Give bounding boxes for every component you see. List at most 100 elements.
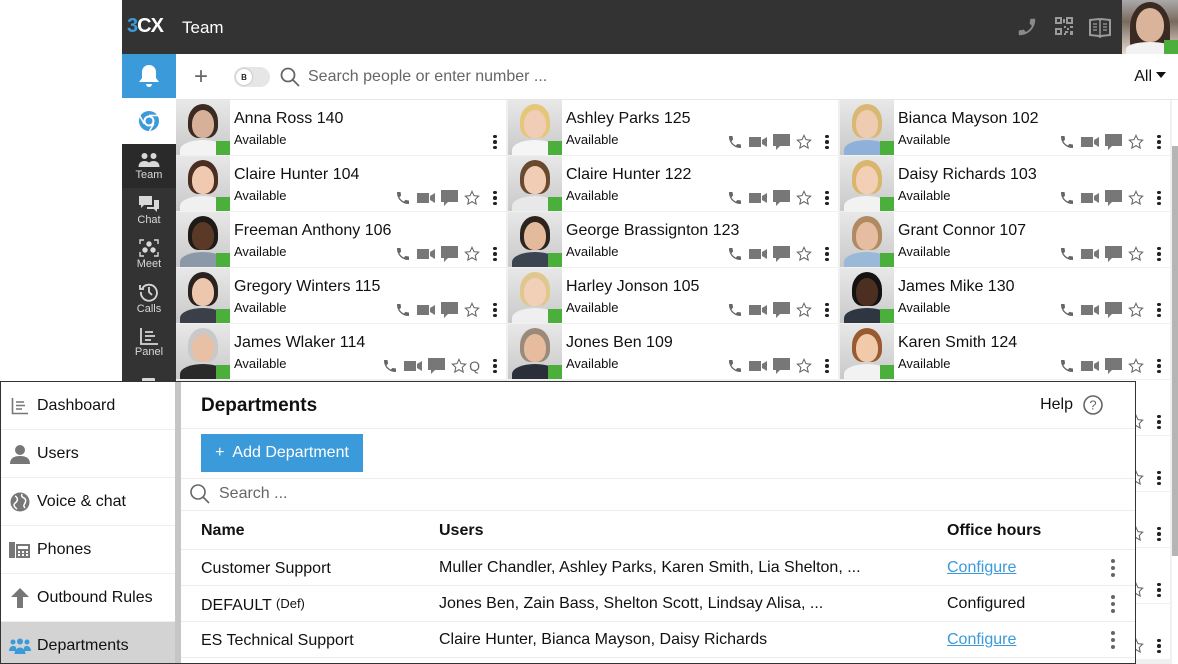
video-call-button[interactable] [417, 192, 435, 204]
book-icon[interactable] [1088, 16, 1111, 39]
more-options-button[interactable] [492, 190, 498, 206]
contact-card[interactable]: Karen Smith 124 Available [840, 324, 1170, 379]
call-button[interactable] [1059, 358, 1075, 374]
favorite-button[interactable] [464, 190, 480, 206]
nav-calls[interactable]: Calls [122, 276, 176, 320]
contacts-filter-dropdown[interactable]: All [1134, 68, 1166, 86]
call-button[interactable] [395, 246, 411, 262]
more-options-button[interactable] [1156, 302, 1162, 318]
nav-meet[interactable]: Meet [122, 232, 176, 276]
chat-button[interactable] [1105, 301, 1122, 319]
video-call-button[interactable] [1081, 248, 1099, 260]
contact-card[interactable]: Daisy Richards 103 Available [840, 156, 1170, 211]
chat-button[interactable] [773, 189, 790, 207]
call-button[interactable] [395, 302, 411, 318]
sidebar-item-dashboard[interactable]: Dashboard [1, 382, 175, 430]
more-options-button[interactable] [492, 134, 498, 150]
sidebar-item-voice-chat[interactable]: Voice & chat [1, 478, 175, 526]
favorite-button[interactable] [796, 190, 812, 206]
more-options-button[interactable] [824, 358, 830, 374]
favorite-button[interactable] [464, 302, 480, 318]
contact-card[interactable]: Gregory Winters 115 Available [176, 268, 506, 323]
call-button[interactable] [727, 190, 743, 206]
video-call-button[interactable] [417, 304, 435, 316]
favorite-button[interactable] [1128, 190, 1144, 206]
call-button[interactable] [1059, 302, 1075, 318]
sidebar-item-phones[interactable]: Phones [1, 526, 175, 574]
contact-card[interactable]: James Wlaker 114 Available Q [176, 324, 506, 379]
video-call-button[interactable] [1081, 304, 1099, 316]
table-row[interactable]: ES Technical Support Claire Hunter, Bianc… [181, 622, 1135, 658]
video-call-button[interactable] [749, 304, 767, 316]
row-more-options-button[interactable] [1110, 631, 1116, 649]
more-options-button[interactable] [1156, 190, 1162, 206]
configure-office-hours-link[interactable]: Configure [947, 559, 1016, 577]
department-name[interactable]: DEFAULT (Def) [201, 596, 305, 615]
chat-button[interactable] [1105, 245, 1122, 263]
contact-card[interactable]: Grant Connor 107 Available [840, 212, 1170, 267]
more-options-button[interactable] [1156, 358, 1162, 374]
column-header-name[interactable]: Name [201, 522, 245, 540]
call-button[interactable] [395, 190, 411, 206]
more-options-button[interactable] [1156, 246, 1162, 262]
more-options-button[interactable] [824, 246, 830, 262]
column-header-users[interactable]: Users [439, 522, 483, 540]
sidebar-item-users[interactable]: Users [1, 430, 175, 478]
help-link[interactable]: Help ? [1040, 395, 1103, 415]
call-button[interactable] [1059, 134, 1075, 150]
row-more-options-button[interactable] [1110, 595, 1116, 613]
more-options-button[interactable] [492, 302, 498, 318]
more-options-button[interactable] [1156, 638, 1162, 654]
video-call-button[interactable] [749, 248, 767, 260]
video-call-button[interactable] [404, 360, 423, 372]
contact-card[interactable]: Claire Hunter 104 Available [176, 156, 506, 211]
more-options-button[interactable] [1156, 582, 1162, 598]
contact-card[interactable]: Harley Jonson 105 Available [508, 268, 838, 323]
nav-team[interactable]: Team [122, 144, 176, 188]
table-row[interactable]: Customer Support Muller Chandler, Ashley … [181, 550, 1135, 586]
more-options-button[interactable] [1156, 470, 1162, 486]
chat-button[interactable] [1105, 189, 1122, 207]
column-header-office-hours[interactable]: Office hours [947, 522, 1041, 540]
phone-icon[interactable] [1016, 16, 1038, 38]
favorite-button[interactable] [796, 246, 812, 262]
table-row[interactable]: DEFAULT (Def) Jones Ben, Zain Bass, Shelt… [181, 586, 1135, 622]
favorite-button[interactable] [1128, 134, 1144, 150]
contact-card[interactable]: Anna Ross 140 Available [176, 100, 506, 155]
video-call-button[interactable] [749, 136, 767, 148]
more-options-button[interactable] [824, 302, 830, 318]
nav-chat[interactable]: Chat [122, 188, 176, 232]
more-options-button[interactable] [824, 190, 830, 206]
more-options-button[interactable] [1156, 414, 1162, 430]
contact-card[interactable]: Ashley Parks 125 Available [508, 100, 838, 155]
video-call-button[interactable] [1081, 360, 1099, 372]
department-name[interactable]: Customer Support [201, 560, 331, 578]
chat-button[interactable] [1105, 357, 1122, 375]
favorite-button[interactable] [796, 358, 812, 374]
video-call-button[interactable] [417, 248, 435, 260]
video-call-button[interactable] [1081, 192, 1099, 204]
contact-card[interactable]: Claire Hunter 122 Available [508, 156, 838, 211]
chat-button[interactable] [441, 301, 458, 319]
add-department-button[interactable]: + Add Department [201, 434, 363, 472]
nav-panel[interactable]: Panel [122, 320, 176, 364]
scrollbar-thumb[interactable] [1172, 146, 1178, 556]
sidebar-item-departments[interactable]: Departments [1, 622, 175, 663]
chat-button[interactable] [441, 245, 458, 263]
contact-card[interactable]: Bianca Mayson 102 Available [840, 100, 1170, 155]
video-call-button[interactable] [749, 360, 767, 372]
favorite-button[interactable] [796, 302, 812, 318]
notifications-button[interactable] [122, 54, 176, 98]
row-more-options-button[interactable] [1110, 559, 1116, 577]
call-button[interactable] [727, 134, 743, 150]
favorite-button[interactable] [464, 246, 480, 262]
busy-toggle[interactable]: B [234, 67, 270, 87]
chat-button[interactable] [773, 133, 790, 151]
add-contact-button[interactable]: + [194, 65, 208, 89]
call-button[interactable] [1059, 190, 1075, 206]
call-button[interactable] [727, 302, 743, 318]
more-options-button[interactable] [1156, 134, 1162, 150]
chat-button[interactable] [773, 357, 790, 375]
department-name[interactable]: ES Technical Support [201, 632, 354, 650]
contact-card[interactable]: Freeman Anthony 106 Available [176, 212, 506, 267]
